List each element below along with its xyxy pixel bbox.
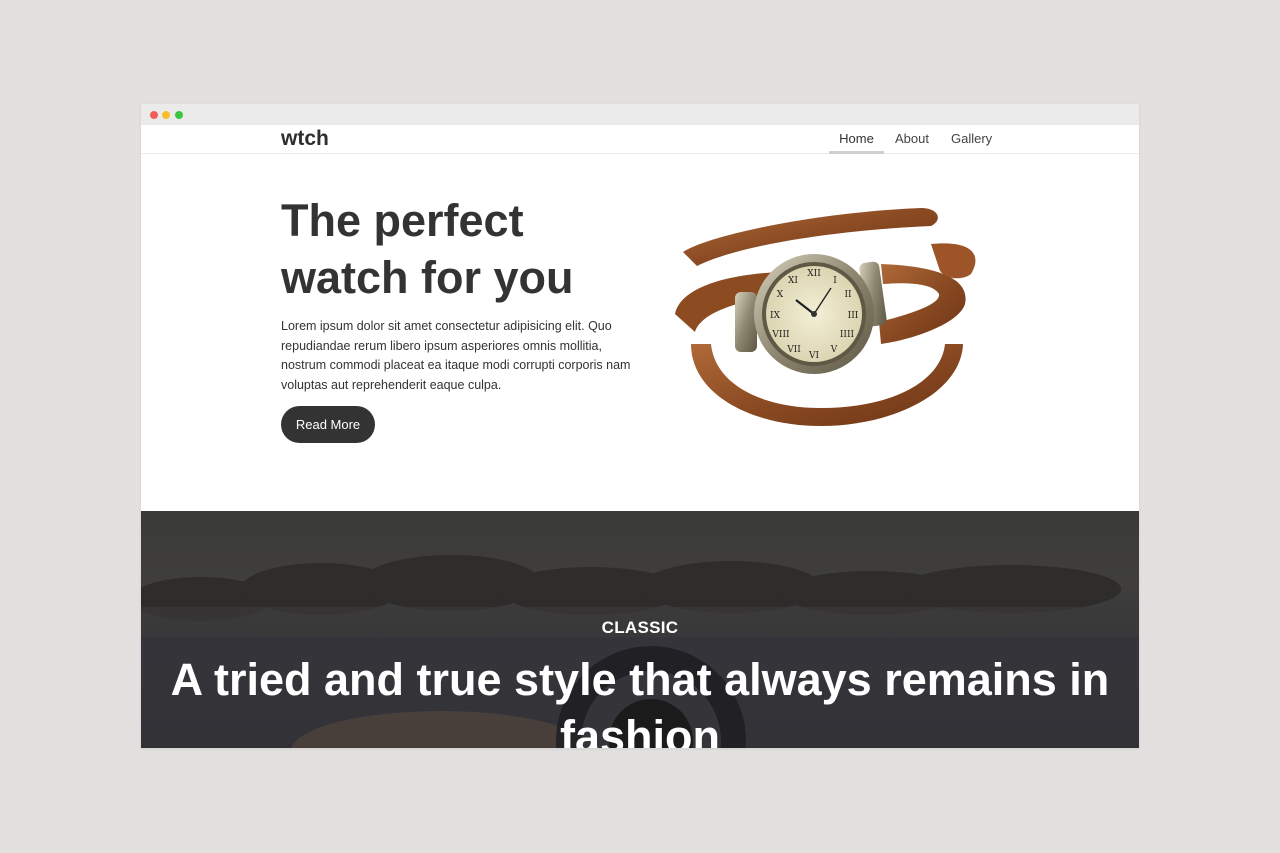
nav-home[interactable]: Home bbox=[829, 125, 884, 154]
minimize-window-dot[interactable] bbox=[162, 111, 170, 119]
hero-description: Lorem ipsum dolor sit amet consectetur a… bbox=[281, 319, 631, 392]
svg-text:IIII: IIII bbox=[840, 330, 855, 340]
classic-banner: CLASSIC A tried and true style that alwa… bbox=[141, 511, 1139, 748]
svg-text:I: I bbox=[833, 276, 837, 286]
svg-text:XI: XI bbox=[788, 276, 798, 286]
svg-text:II: II bbox=[844, 290, 852, 300]
main-nav: Home About Gallery bbox=[829, 125, 992, 154]
svg-text:III: III bbox=[848, 311, 859, 321]
hero-section: The perfect watch for you Lorem ipsum do… bbox=[141, 154, 1139, 511]
nav-about[interactable]: About bbox=[895, 125, 929, 154]
site-logo[interactable]: wtch bbox=[281, 127, 329, 151]
close-window-dot[interactable] bbox=[150, 111, 158, 119]
svg-text:XII: XII bbox=[807, 269, 821, 279]
svg-text:VIII: VIII bbox=[771, 330, 790, 340]
svg-text:IX: IX bbox=[770, 311, 781, 321]
nav-gallery[interactable]: Gallery bbox=[951, 125, 992, 154]
site-header: wtch Home About Gallery bbox=[141, 125, 1139, 154]
maximize-window-dot[interactable] bbox=[175, 111, 183, 119]
window-titlebar bbox=[141, 104, 1139, 125]
read-more-button[interactable]: Read More bbox=[281, 406, 375, 443]
browser-window: wtch Home About Gallery The perfect watc… bbox=[141, 104, 1139, 748]
svg-text:VII: VII bbox=[786, 345, 801, 355]
svg-text:V: V bbox=[830, 345, 838, 355]
svg-text:X: X bbox=[777, 290, 784, 300]
banner-eyebrow: CLASSIC bbox=[601, 618, 679, 637]
hero-title: The perfect watch for you bbox=[281, 195, 574, 303]
svg-text:VI: VI bbox=[808, 351, 819, 361]
banner-tagline: A tried and true style that always remai… bbox=[170, 654, 1110, 748]
wrap-watch-image: XII I II III IIII V VI VII VIII IX X XI bbox=[675, 208, 976, 426]
